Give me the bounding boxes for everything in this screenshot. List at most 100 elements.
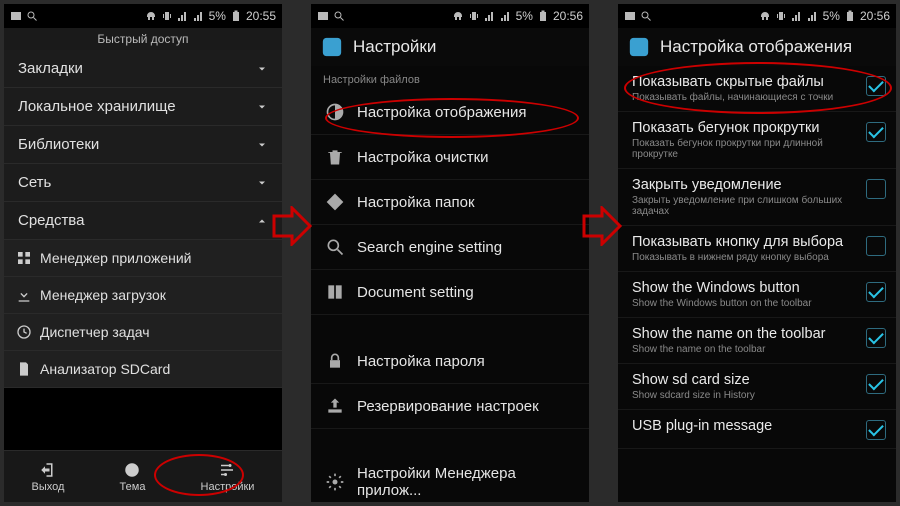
contrast-icon [325,102,345,122]
app-header: Настройка отображения [618,28,896,66]
headphones-icon [452,10,464,22]
chevron-down-icon [256,63,268,75]
checkbox-icon[interactable] [866,374,886,394]
app-icon [10,10,22,22]
section-divider [311,315,589,339]
checkbox-icon[interactable] [866,282,886,302]
es-icon [628,36,650,58]
battery-percent: 5% [823,9,840,23]
search-status-icon [333,10,345,22]
battery-icon [230,10,242,22]
battery-icon [844,10,856,22]
flow-arrow-2 [582,206,622,246]
signal-icon-2 [807,10,819,22]
setting-app-manager[interactable]: Настройки Менеджера прилож... [311,453,589,502]
nav-drawer: Закладки Локальное хранилище Библиотеки … [4,50,282,388]
palette-icon [123,461,141,479]
tool-task-manager[interactable]: Диспетчер задач [4,314,282,351]
es-icon [321,36,343,58]
sliders-icon [218,461,236,479]
chevron-down-icon [256,101,268,113]
section-divider-2 [311,429,589,453]
bottom-tabs: Выход Тема Настройки [4,450,282,502]
opt-windows-button[interactable]: Show the Windows button Show the Windows… [618,272,896,318]
backup-icon [325,396,345,416]
tab-theme[interactable]: Тема [120,461,146,493]
diamond-icon [325,192,345,212]
chevron-up-icon [256,215,268,227]
signal-icon-2 [500,10,512,22]
header-title: Настройки [353,37,436,57]
vibrate-icon [468,10,480,22]
vibrate-icon [775,10,787,22]
status-bar: 5% 20:55 [4,4,282,28]
search-status-icon [26,10,38,22]
checkbox-icon[interactable] [866,76,886,96]
drawer-item-bookmarks[interactable]: Закладки [4,50,282,88]
vibrate-icon [161,10,173,22]
phone-screenshot-2: 5% 20:56 Настройки Настройки файлов Наст… [311,4,589,502]
checkbox-icon[interactable] [866,328,886,348]
battery-percent: 5% [209,9,226,23]
section-file-settings: Настройки файлов [311,66,589,90]
tab-settings[interactable]: Настройки [201,461,255,493]
battery-icon [537,10,549,22]
phone-screenshot-3: 5% 20:56 Настройка отображения Показыват… [618,4,896,502]
checkbox-icon[interactable] [866,236,886,256]
tab-exit[interactable]: Выход [32,461,65,493]
battery-percent: 5% [516,9,533,23]
setting-search-engine[interactable]: Search engine setting [311,225,589,270]
header-title: Настройка отображения [660,37,852,57]
clock-time: 20:56 [553,9,583,23]
headphones-icon [759,10,771,22]
exit-icon [39,461,57,479]
clock-time: 20:56 [860,9,890,23]
tool-sdcard-analyst[interactable]: Анализатор SDCard [4,351,282,388]
status-bar: 5% 20:56 [311,4,589,28]
opt-close-notification[interactable]: Закрыть уведомление Закрыть уведомление … [618,169,896,226]
opt-show-hidden[interactable]: Показывать скрытые файлы Показывать файл… [618,66,896,112]
search-icon [325,237,345,257]
apps-icon [16,250,32,266]
flow-arrow-1 [272,206,312,246]
clock-time: 20:55 [246,9,276,23]
signal-icon-1 [177,10,189,22]
app-header: Настройки [311,28,589,66]
app-icon [624,10,636,22]
chevron-down-icon [256,139,268,151]
status-bar: 5% 20:56 [618,4,896,28]
drawer-item-local-storage[interactable]: Локальное хранилище [4,88,282,126]
app-icon [317,10,329,22]
signal-icon-1 [791,10,803,22]
setting-display[interactable]: Настройка отображения [311,90,589,135]
download-icon [16,287,32,303]
gear-icon [325,472,345,492]
signal-icon-1 [484,10,496,22]
checkbox-icon[interactable] [866,122,886,142]
setting-backup[interactable]: Резервирование настроек [311,384,589,429]
setting-password[interactable]: Настройка пароля [311,339,589,384]
opt-name-toolbar[interactable]: Show the name on the toolbar Show the na… [618,318,896,364]
drawer-header: Быстрый доступ [4,28,282,50]
setting-cleanup[interactable]: Настройка очистки [311,135,589,180]
headphones-icon [145,10,157,22]
lock-icon [325,351,345,371]
drawer-item-network[interactable]: Сеть [4,164,282,202]
sdcard-icon [16,361,32,377]
book-icon [325,282,345,302]
opt-sd-size[interactable]: Show sd card size Show sdcard size in Hi… [618,364,896,410]
chevron-down-icon [256,177,268,189]
checkbox-icon[interactable] [866,420,886,440]
opt-scroll-thumb[interactable]: Показать бегунок прокрутки Показать бегу… [618,112,896,169]
opt-usb-message[interactable]: USB plug-in message [618,410,896,449]
drawer-item-tools[interactable]: Средства [4,202,282,240]
tool-download-manager[interactable]: Менеджер загрузок [4,277,282,314]
trash-icon [325,147,345,167]
opt-select-button[interactable]: Показывать кнопку для выбора Показывать … [618,226,896,272]
setting-document[interactable]: Document setting [311,270,589,315]
tool-app-manager[interactable]: Менеджер приложений [4,240,282,277]
search-status-icon [640,10,652,22]
setting-folders[interactable]: Настройка папок [311,180,589,225]
drawer-item-libraries[interactable]: Библиотеки [4,126,282,164]
checkbox-icon[interactable] [866,179,886,199]
